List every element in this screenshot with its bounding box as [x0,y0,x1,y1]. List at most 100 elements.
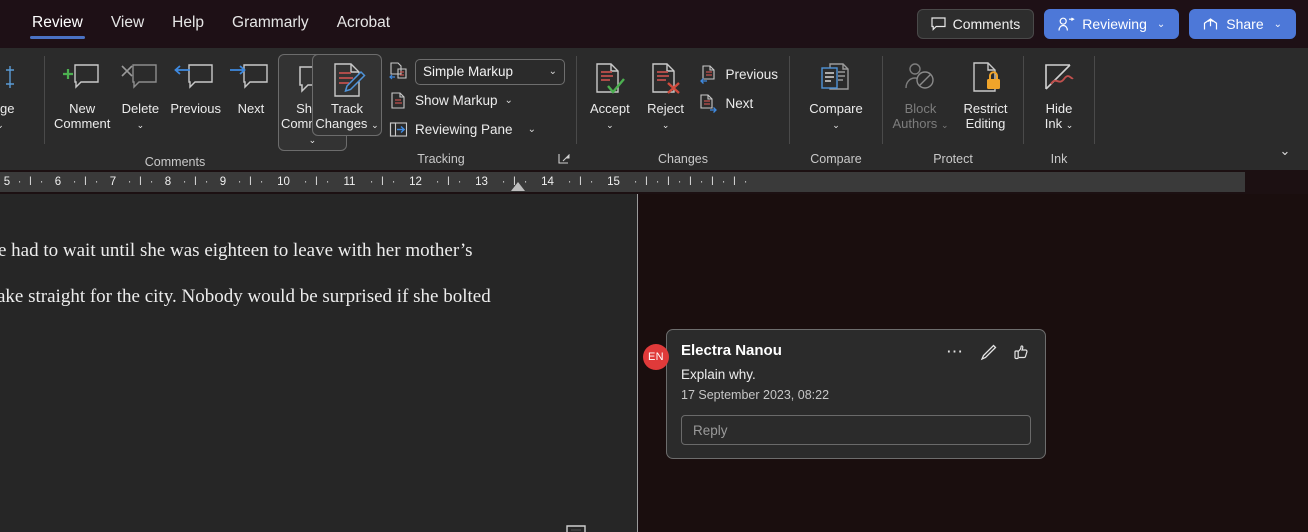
previous-change-row[interactable]: Previous [694,60,783,89]
tab-help[interactable]: Help [158,8,218,40]
share-button[interactable]: Share ⌄ [1189,9,1296,39]
chevron-down-icon: ⌄ [528,124,536,135]
ruler-bar: I [25,176,36,188]
language-button-label: uage⌄ [0,101,14,133]
new-comment-label: NewComment [54,101,110,131]
ribbon-group-changes: Accept⌄ Reject⌄ Previous [577,48,789,170]
ruler-dot: · [124,176,135,188]
reject-change-icon [647,59,685,101]
previous-comment-button[interactable]: Previous [167,54,224,119]
language-button[interactable]: 가 uage⌄ [0,54,22,136]
ruler-dot: · [256,176,267,188]
tab-help-label: Help [172,14,204,31]
indent-marker[interactable] [511,182,525,191]
ruler-number: 14 [531,176,564,188]
delete-comment-icon [118,59,162,101]
ribbon: 가 uage⌄ NewComment [0,48,1308,170]
ruler-dot: · [586,176,597,188]
reviewing-pane-label: Reviewing Pane [415,122,513,137]
tab-view-label: View [111,14,144,31]
chevron-down-icon: ⌄ [662,120,670,130]
ruler-number: 15 [597,176,630,188]
comment-header: Electra Nanou ⋯ [681,342,1031,362]
ruler-number: 6 [47,176,69,188]
restrict-editing-button[interactable]: RestrictEditing [954,54,1017,134]
ribbon-group-language: 가 uage⌄ [0,48,44,170]
reviewing-person-icon [1058,17,1075,32]
ruler-number: 9 [212,176,234,188]
new-comment-button[interactable]: NewComment [51,54,113,134]
next-comment-button[interactable]: Next [226,54,276,119]
edit-pencil-icon[interactable] [978,342,998,362]
ruler-ticks: 5 · I · 6 · I · 7 · I · 8 · I · 9 · I · … [0,170,1308,194]
chevron-down-icon: ⌄ [0,120,4,130]
ruler-number: 8 [157,176,179,188]
hide-ink-button[interactable]: HideInk ⌄ [1030,54,1088,136]
document-line-1: e had to wait until she was eighteen to … [0,240,473,262]
word-review-ribbon-screen: Review View Help Grammarly Acrobat Comme… [0,0,1308,532]
markup-mode-row[interactable]: Simple Markup ⌄ [384,57,570,86]
comment-anchor-icon[interactable] [564,523,588,532]
ribbon-group-changes-label: Changes [583,148,783,170]
ruler-dot: · [146,176,157,188]
delete-comment-button[interactable]: Delete⌄ [115,54,165,136]
tab-grammarly-label: Grammarly [232,14,309,31]
new-comment-icon [60,59,104,101]
ruler-dot: · [36,176,47,188]
tab-review[interactable]: Review [18,8,97,40]
block-authors-button[interactable]: BlockAuthors ⌄ [889,54,952,136]
ruler-dot: · [234,176,245,188]
thumbs-up-icon[interactable] [1011,342,1031,362]
ruler-dot: · [652,176,663,188]
delete-comment-label: Delete⌄ [122,101,160,133]
accept-button[interactable]: Accept⌄ [583,54,637,136]
next-change-row[interactable]: Next [694,89,783,118]
comment-reply-input[interactable]: Reply [681,415,1031,445]
tab-view[interactable]: View [97,8,158,40]
more-options-icon[interactable]: ⋯ [945,342,965,362]
ribbon-group-comments: NewComment Delete⌄ Previous [45,48,305,170]
comments-button[interactable]: Comments [917,9,1035,39]
ribbon-collapse-button[interactable]: ⌄ [1268,138,1302,164]
tab-acrobat[interactable]: Acrobat [323,8,404,40]
reviewing-button[interactable]: Reviewing ⌄ [1044,9,1179,39]
show-markup-icon [389,91,408,110]
comment-author: Electra Nanou [681,342,782,359]
track-changes-button[interactable]: TrackChanges ⌄ [312,54,382,136]
tab-review-label: Review [32,14,83,31]
compare-documents-icon [816,59,856,101]
reject-button[interactable]: Reject⌄ [639,54,693,136]
next-comment-icon [229,59,273,101]
ruler-bar: I [80,176,91,188]
comments-button-label: Comments [953,16,1021,32]
show-markup-row[interactable]: Show Markup ⌄ [384,86,570,115]
tracking-dialog-launcher[interactable] [556,151,572,167]
ribbon-group-compare: Compare⌄ Compare [790,48,882,170]
document-page[interactable]: e had to wait until she was eighteen to … [0,194,638,532]
comment-bubble-icon [931,17,946,31]
previous-comment-label: Previous [170,101,221,116]
chevron-down-icon: ⌄ [1157,19,1165,30]
horizontal-ruler[interactable]: 5 · I · 6 · I · 7 · I · 8 · I · 9 · I · … [0,170,1308,194]
chevron-down-icon: ⌄ [549,66,557,77]
ruler-dot: · [674,176,685,188]
reviewing-pane-row[interactable]: Reviewing Pane ⌄ [384,115,570,144]
chevron-down-icon: ⌄ [505,95,513,106]
previous-change-icon [699,65,718,84]
ruler-dot: · [366,176,377,188]
hide-ink-icon [1039,59,1079,101]
comment-card[interactable]: EN Electra Nanou ⋯ Explain why. 17 Septe… [666,329,1046,459]
compare-label: Compare⌄ [809,101,862,133]
ruler-dot: · [201,176,212,188]
ruler-bar: I [443,176,454,188]
ribbon-group-ink: HideInk ⌄ Ink [1024,48,1094,170]
ribbon-group-protect-label: Protect [889,148,1017,170]
compare-button[interactable]: Compare⌄ [796,54,876,136]
ruler-number: 13 [465,176,498,188]
show-markup-label: Show Markup [415,93,498,108]
ruler-bar: I [663,176,674,188]
markup-mode-combobox[interactable]: Simple Markup ⌄ [415,59,565,85]
ruler-dot: · [179,176,190,188]
ribbon-group-tracking: TrackChanges ⌄ Simple Markup ⌄ [306,48,576,170]
tab-grammarly[interactable]: Grammarly [218,8,323,40]
